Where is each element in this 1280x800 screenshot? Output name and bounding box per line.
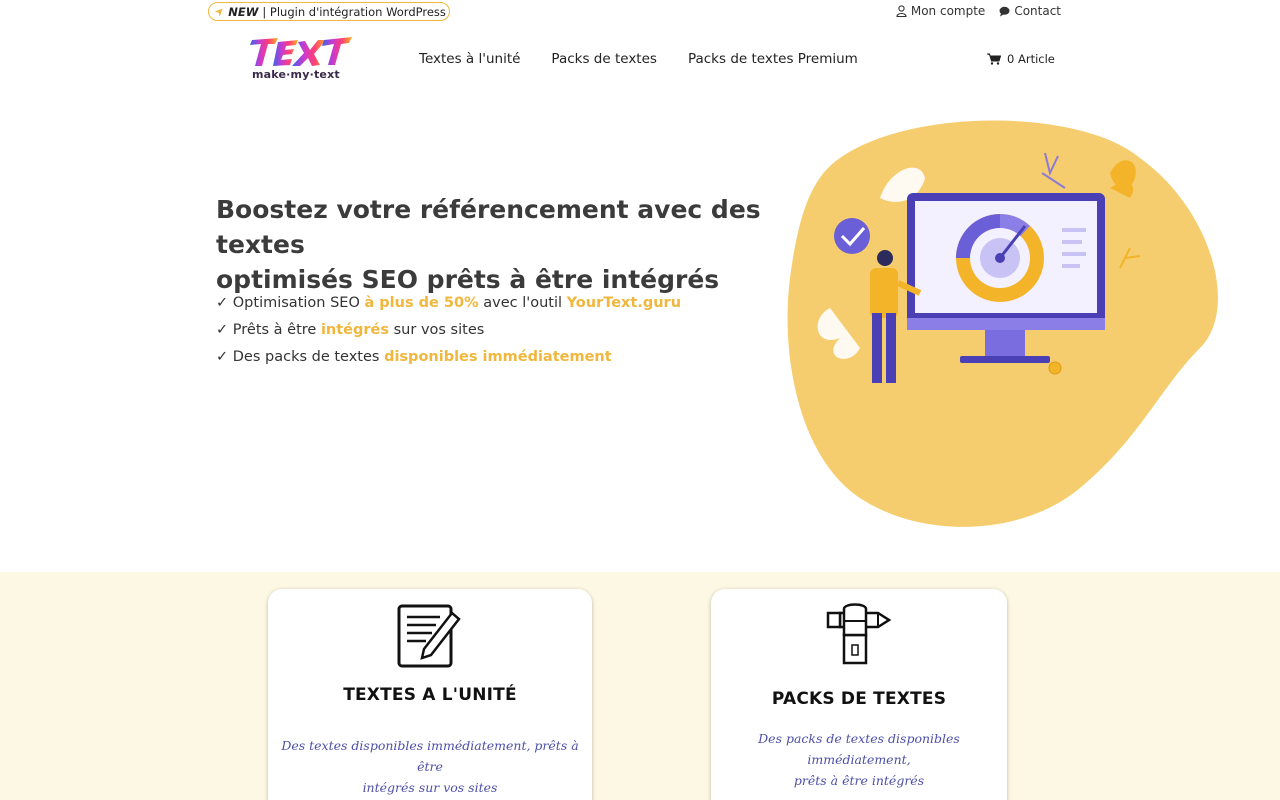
benefit-text: sur vos sites [389,322,485,338]
card-desc-line: Des textes disponibles immédiatement, pr… [281,738,579,774]
benefit-highlight: disponibles immédiatement [384,349,612,365]
check-icon: ✓ [216,295,229,311]
nav-item-textes-unite[interactable]: Textes à l'unité [419,51,520,67]
benefit-item: ✓ Optimisation SEO à plus de 50% avec l'… [216,290,681,317]
card-title: TEXTES A L'UNITÉ [343,685,517,705]
account-link[interactable]: Mon compte [896,4,985,18]
card-title: PACKS DE TEXTES [771,689,947,709]
account-label: Mon compte [910,4,986,18]
yourtext-guru-link[interactable]: YourText.guru [567,295,681,311]
card-description: Des packs de textes disponibles immédiat… [717,728,1001,791]
contact-label: Contact [1014,4,1061,18]
rocket-icon: ➤ [211,3,228,20]
benefit-text: avec l'outil [478,295,567,311]
benefit-highlight: à plus de 50% [364,295,479,311]
hero-title-line1: Boostez votre référencement avec des tex… [216,195,761,259]
cart-button[interactable]: 0 Article [987,52,1055,66]
hero-illustration [787,120,1218,527]
benefit-item: ✓ Prêts à être intégrés sur vos sites [216,317,681,344]
plugin-banner-text: | Plugin d'intégration WordPress [262,4,446,19]
check-icon: ✓ [216,349,229,365]
nav-item-packs-premium[interactable]: Packs de textes Premium [688,51,858,67]
main-nav: Textes à l'unité Packs de textes Packs d… [419,51,858,67]
document-pen-icon [397,604,461,668]
new-badge: NEW [228,4,259,19]
card-desc-line: prêts à être intégrés [793,773,925,788]
card-desc-line: Des packs de textes disponibles immédiat… [758,731,960,767]
nav-item-packs-textes[interactable]: Packs de textes [551,51,657,67]
top-bar: ➤ NEW | Plugin d'intégration WordPress M… [0,0,1280,24]
hand-pencil-icon [826,603,892,665]
hero-benefits-list: ✓ Optimisation SEO à plus de 50% avec l'… [216,290,681,371]
check-icon: ✓ [216,322,229,338]
services-section [0,572,1280,800]
logo-tagline: make·my·text [252,68,340,81]
logo-graphic [250,37,352,66]
card-desc-line: intégrés sur vos sites [362,780,498,795]
card-textes-unite[interactable]: TEXTES A L'UNITÉ Des textes disponibles … [268,589,592,800]
benefit-text: Des packs de textes [232,349,385,365]
user-icon [896,5,907,17]
benefit-text: Optimisation SEO [232,295,365,311]
hero-title: Boostez votre référencement avec des tex… [216,192,836,297]
cart-icon [987,53,1001,65]
benefit-text: Prêts à être [232,322,321,338]
contact-link[interactable]: Contact [999,4,1061,18]
chat-bubble-icon [999,6,1010,16]
benefit-highlight: intégrés [320,322,390,338]
card-description: Des textes disponibles immédiatement, pr… [278,735,582,798]
cart-count: 0 Article [1007,52,1055,66]
wordpress-plugin-banner[interactable]: ➤ NEW | Plugin d'intégration WordPress [208,2,450,21]
benefit-item: ✓ Des packs de textes disponibles immédi… [216,344,681,371]
card-packs-textes[interactable]: PACKS DE TEXTES Des packs de textes disp… [711,589,1007,800]
top-links: Mon compte Contact [896,4,1061,18]
